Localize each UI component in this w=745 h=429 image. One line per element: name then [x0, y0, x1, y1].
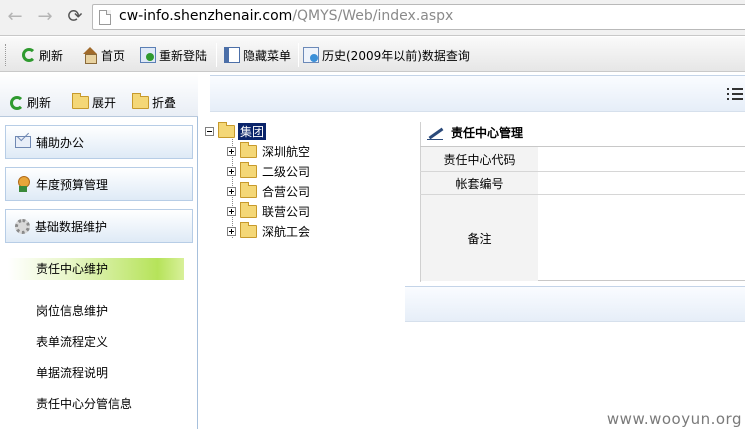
tree-node[interactable]: 合营公司 [227, 181, 312, 200]
folder-icon [72, 93, 89, 109]
edit-pen-icon [427, 126, 445, 140]
refresh-label: 刷新 [39, 48, 64, 63]
sidebar-item-responsibility-center[interactable]: 责任中心维护 [36, 260, 108, 277]
hide-menu-icon [224, 47, 240, 63]
folder-open-icon [218, 121, 235, 138]
tree-node[interactable]: 联营公司 [227, 201, 312, 220]
app-toolbar: 刷新 首页 重新登陆 隐藏菜单 历史(2009年以前)数据查询 [0, 37, 745, 72]
field-label-remarks: 备注 [421, 195, 538, 281]
sidebar-refresh-button[interactable]: 刷新 [10, 94, 51, 111]
folder-icon [240, 181, 257, 198]
tree-node-label: 集团 [238, 122, 267, 140]
home-label: 首页 [101, 48, 126, 63]
page-icon [99, 10, 111, 25]
sidebar-item-center-management[interactable]: 责任中心分管信息 [36, 395, 132, 412]
tree-node-label: 深航工会 [262, 224, 311, 239]
folder-icon [240, 141, 257, 158]
folder-icon [240, 201, 257, 218]
refresh-icon [10, 95, 24, 110]
tree-node[interactable]: 深圳航空 [227, 141, 312, 160]
expand-toggle-icon[interactable] [227, 226, 236, 236]
watermark-text: www.wooyun.org [606, 410, 742, 428]
form-title: 责任中心管理 [427, 124, 523, 141]
collapse-button[interactable]: 折叠 [132, 93, 177, 111]
expand-toggle-icon[interactable] [227, 146, 236, 156]
menu-header-label: 基础数据维护 [35, 219, 108, 234]
refresh-button[interactable]: 刷新 [22, 46, 63, 64]
back-arrow-icon[interactable]: ← [4, 6, 26, 28]
menu-header-office[interactable]: 辅助办公 [5, 125, 193, 159]
home-icon [82, 47, 98, 64]
list-icon[interactable] [727, 88, 743, 102]
award-icon [15, 176, 31, 192]
menu-header-basic-data[interactable]: 基础数据维护 [5, 209, 193, 243]
tree-node-label: 联营公司 [262, 204, 311, 219]
gear-icon [15, 218, 30, 234]
relogin-icon [140, 47, 156, 63]
sidebar-toolbar: 刷新 展开 折叠 [0, 73, 198, 117]
toolbar-separator [298, 43, 299, 67]
relogin-label: 重新登陆 [159, 48, 208, 63]
tree-node-root[interactable]: 集团 [205, 121, 267, 140]
sidebar-item-form-flow[interactable]: 表单流程定义 [36, 333, 108, 350]
expand-toggle-icon[interactable] [227, 166, 236, 176]
form-title-text: 责任中心管理 [451, 126, 524, 140]
sidebar-item-position-info[interactable]: 岗位信息维护 [36, 302, 108, 319]
tree-node-label: 二级公司 [262, 164, 311, 179]
hide-menu-button[interactable]: 隐藏菜单 [224, 46, 291, 64]
tree-node[interactable]: 二级公司 [227, 161, 312, 180]
folder-icon [240, 161, 257, 178]
browser-toolbar: ← → ⟳ cw-info.shenzhenair.com/QMYS/Web/i… [0, 0, 745, 36]
toolbar-separator [216, 43, 217, 67]
sidebar: 刷新 展开 折叠 辅助办公 年度预算管理 基础数据维护 责任中心维护 岗位信息维… [0, 73, 198, 429]
reload-icon[interactable]: ⟳ [64, 6, 86, 28]
mail-icon [15, 136, 31, 148]
org-tree: 集团 深圳航空 二级公司 合营公司 联营公司 深航工会 [205, 120, 405, 260]
sidebar-refresh-label: 刷新 [27, 96, 52, 110]
collapse-label: 折叠 [152, 96, 177, 110]
expand-label: 展开 [92, 96, 117, 110]
url-host: cw-info.shenzhenair.com [119, 8, 293, 24]
sidebar-item-document-flow[interactable]: 单据流程说明 [36, 364, 108, 381]
relogin-button[interactable]: 重新登陆 [140, 46, 207, 64]
url-text: cw-info.shenzhenair.com/QMYS/Web/index.a… [119, 8, 453, 24]
history-icon [303, 47, 319, 63]
expand-button[interactable]: 展开 [72, 93, 117, 111]
hide-menu-label: 隐藏菜单 [243, 48, 292, 63]
expand-toggle-icon[interactable] [227, 206, 236, 216]
menu-header-label: 年度预算管理 [36, 177, 109, 192]
collapse-toggle-icon[interactable] [205, 126, 214, 136]
tree-node-label: 深圳航空 [262, 144, 311, 159]
field-label-center-code: 责任中心代码 [421, 147, 538, 171]
menu-header-budget[interactable]: 年度预算管理 [5, 167, 193, 201]
lower-panel-header [405, 286, 745, 322]
tree-node-label: 合营公司 [262, 184, 311, 199]
url-path: /QMYS/Web/index.aspx [292, 8, 454, 24]
form-grid: 责任中心代码 帐套编号 备注 [420, 146, 745, 281]
menu-header-label: 辅助办公 [36, 135, 85, 150]
home-button[interactable]: 首页 [82, 46, 125, 64]
history-label: 历史(2009年以前)数据查询 [322, 48, 470, 63]
history-query-button[interactable]: 历史(2009年以前)数据查询 [303, 46, 470, 64]
content-toolbar [210, 75, 745, 112]
expand-toggle-icon[interactable] [227, 186, 236, 196]
tree-node[interactable]: 深航工会 [227, 221, 312, 240]
folder-icon [132, 93, 149, 109]
address-bar[interactable]: cw-info.shenzhenair.com/QMYS/Web/index.a… [92, 4, 745, 30]
refresh-icon [22, 48, 36, 62]
folder-icon [240, 221, 257, 238]
forward-arrow-icon[interactable]: → [34, 6, 56, 28]
field-label-account-set: 帐套编号 [421, 172, 538, 194]
toolbar-grip [5, 44, 9, 66]
